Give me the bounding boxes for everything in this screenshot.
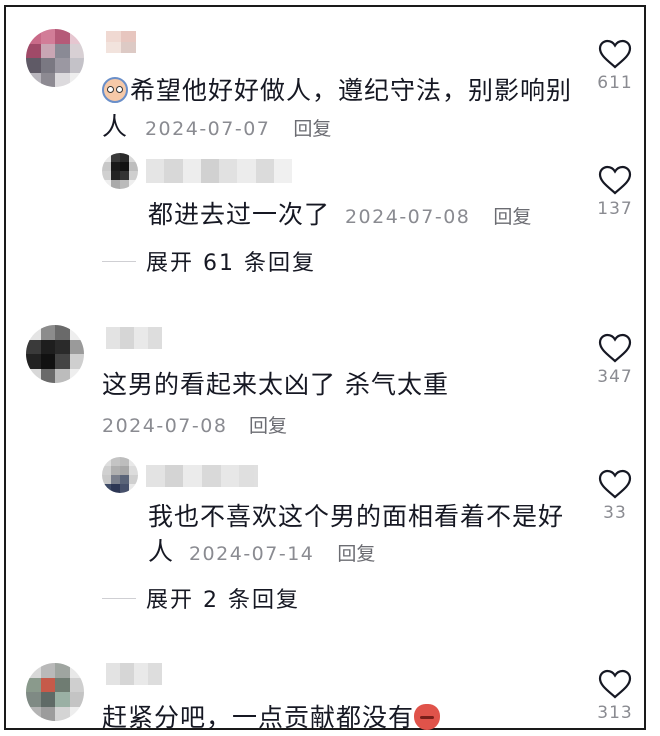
- comment-date: 2024-07-07: [144, 118, 271, 140]
- like-count: 347: [597, 367, 633, 387]
- comment-text: 希望他好好做人，遵纪守法，别影响别: [102, 73, 572, 109]
- like-count: 611: [597, 73, 633, 93]
- comment-text-continued: 人 2024-07-07 回复: [102, 112, 332, 141]
- heart-outline-icon: [598, 333, 632, 363]
- like-count: 137: [597, 199, 633, 219]
- expand-replies-button[interactable]: 展开 61 条回复: [102, 245, 316, 277]
- divider: [102, 597, 136, 599]
- like-button[interactable]: 611: [590, 39, 640, 93]
- heart-outline-icon: [598, 165, 632, 195]
- divider: [102, 260, 136, 262]
- avatar[interactable]: [102, 457, 138, 493]
- like-button[interactable]: 347: [590, 333, 640, 387]
- reply-date: 2024-07-08: [344, 206, 471, 228]
- heart-outline-icon: [598, 669, 632, 699]
- username-blurred[interactable]: [106, 31, 136, 53]
- reply-button[interactable]: 回复: [249, 415, 287, 437]
- reply-text: 我也不喜欢这个男的面相看着不是好: [148, 502, 565, 531]
- reply-button[interactable]: 回复: [293, 118, 331, 140]
- comment-text: 赶紧分吧，一点贡献都没有: [102, 700, 572, 736]
- like-button[interactable]: 313: [590, 669, 640, 723]
- username-blurred[interactable]: [106, 663, 162, 685]
- avatar[interactable]: [26, 663, 84, 721]
- like-button[interactable]: 33: [590, 469, 640, 523]
- like-count: 313: [597, 703, 633, 723]
- comment-meta: 2024-07-08 回复: [102, 411, 287, 438]
- like-button[interactable]: 137: [590, 165, 640, 219]
- heart-outline-icon: [598, 39, 632, 69]
- username-blurred[interactable]: [146, 465, 258, 487]
- comment-panel: 希望他好好做人，遵纪守法，别影响别 人 2024-07-07 回复 611 都进…: [4, 5, 646, 732]
- expand-replies-button[interactable]: 展开 2 条回复: [102, 582, 300, 614]
- reply-button[interactable]: 回复: [337, 543, 375, 565]
- comment-date: 2024-07-08: [102, 415, 228, 437]
- avatar[interactable]: [26, 325, 84, 383]
- avatar[interactable]: [102, 153, 138, 189]
- comment-text: 这男的看起来太凶了 杀气太重: [102, 370, 449, 399]
- heart-outline-icon: [598, 469, 632, 499]
- like-count: 33: [603, 503, 627, 523]
- reply-text-continued: 人 2024-07-14 回复: [148, 537, 376, 566]
- reply-button[interactable]: 回复: [493, 206, 531, 228]
- angry-face-emoji: [414, 704, 441, 730]
- blushing-face-emoji: [102, 77, 128, 103]
- username-blurred[interactable]: [106, 327, 162, 349]
- avatar[interactable]: [26, 29, 84, 87]
- reply-date: 2024-07-14: [188, 543, 315, 565]
- reply-text: 都进去过一次了 2024-07-08 回复: [148, 200, 532, 229]
- username-blurred[interactable]: [146, 159, 292, 183]
